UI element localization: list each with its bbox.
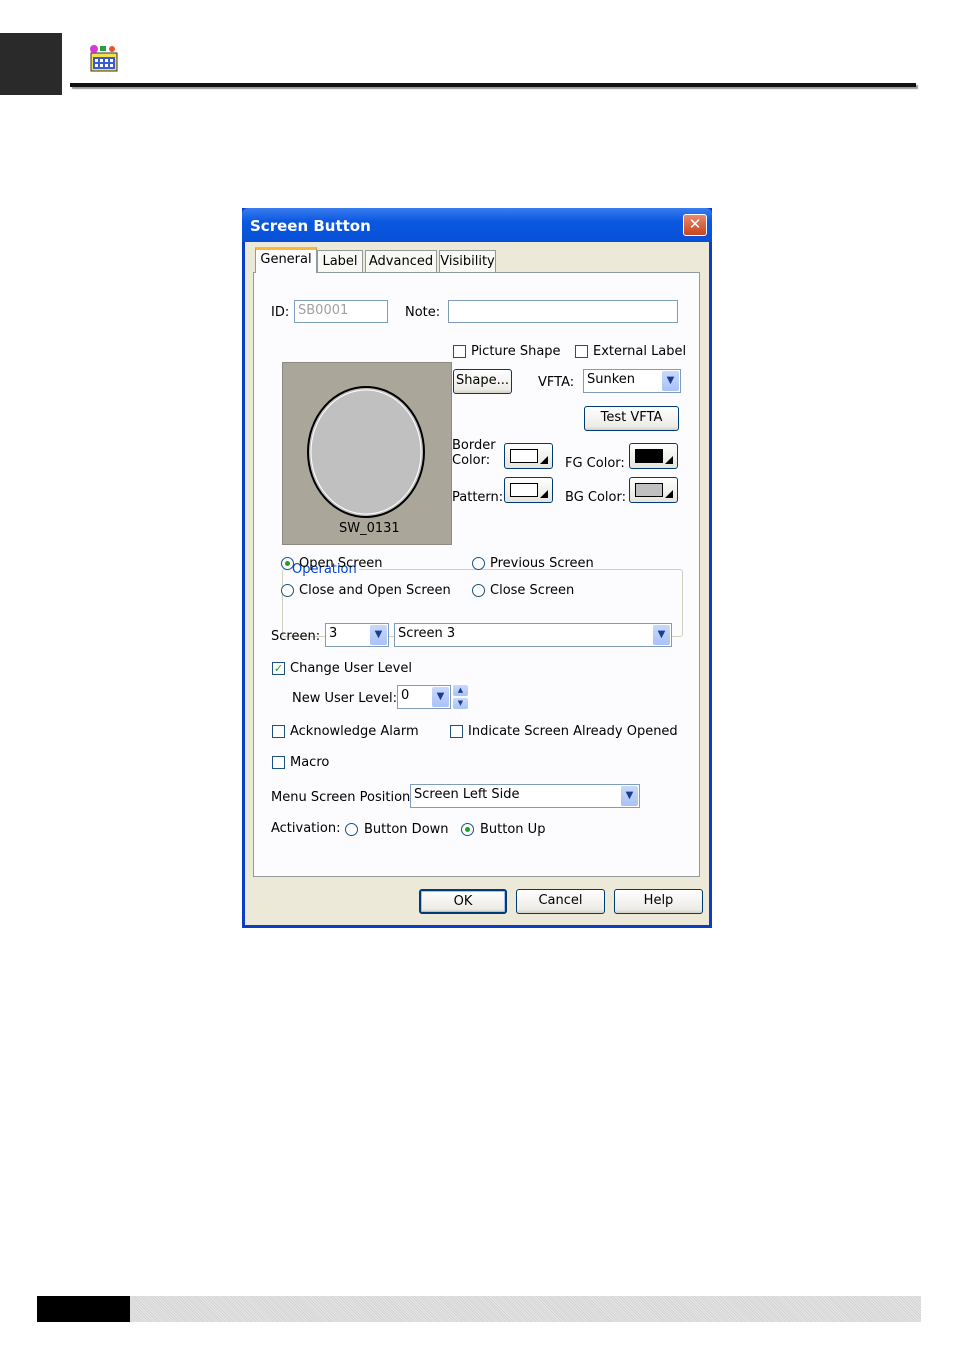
previous-screen-label: Previous Screen xyxy=(490,556,594,571)
picture-shape-checkbox[interactable] xyxy=(453,345,466,358)
menu-screen-position-select[interactable]: Screen Left Side ▼ xyxy=(410,784,640,808)
vfta-label: VFTA: xyxy=(538,375,575,390)
chevron-down-icon[interactable]: ▼ xyxy=(621,786,638,806)
screen-name-select[interactable]: Screen 3 ▼ xyxy=(394,623,672,647)
change-user-level-label: Change User Level xyxy=(290,661,412,676)
color-dropdown-icon xyxy=(665,456,673,464)
tab-general[interactable]: General xyxy=(255,247,317,273)
indicate-screen-opened-checkbox[interactable] xyxy=(450,725,463,738)
picture-shape-label: Picture Shape xyxy=(471,344,561,359)
preview-caption: SW_0131 xyxy=(339,521,400,536)
bg-color-swatch xyxy=(635,483,663,497)
dialog-titlebar[interactable]: Screen Button ✕ xyxy=(242,208,712,242)
footer-page-block xyxy=(37,1296,130,1322)
screen-number-value: 3 xyxy=(329,626,338,641)
external-label-label: External Label xyxy=(593,344,687,359)
fg-color-swatch xyxy=(635,449,663,463)
acknowledge-alarm-label: Acknowledge Alarm xyxy=(290,724,419,739)
footer-bar xyxy=(130,1296,921,1322)
note-field[interactable] xyxy=(448,300,678,323)
help-button[interactable]: Help xyxy=(614,889,703,914)
tab-label[interactable]: Label xyxy=(317,250,363,272)
border-color-button[interactable] xyxy=(504,443,553,469)
radio-button-up[interactable] xyxy=(461,823,474,836)
dialog-title: Screen Button xyxy=(250,217,371,235)
chapter-tab-block xyxy=(0,33,62,95)
border-color-label: Border Color: xyxy=(452,438,496,468)
cancel-button[interactable]: Cancel xyxy=(516,889,605,914)
chevron-down-icon[interactable]: ▼ xyxy=(370,625,387,645)
radio-open-screen[interactable] xyxy=(281,557,294,570)
activation-label: Activation: xyxy=(271,821,341,836)
open-screen-label: Open Screen xyxy=(299,556,383,571)
fg-color-button[interactable] xyxy=(629,443,678,469)
id-label: ID: xyxy=(271,305,290,320)
indicate-screen-opened-label: Indicate Screen Already Opened xyxy=(468,724,678,739)
pattern-button[interactable] xyxy=(504,477,553,503)
note-label: Note: xyxy=(405,305,441,320)
screen-label: Screen: xyxy=(271,629,321,644)
vfta-value: Sunken xyxy=(587,372,636,387)
id-field[interactable]: SB0001 xyxy=(294,300,388,323)
screen-name-value: Screen 3 xyxy=(398,626,456,641)
macro-checkbox[interactable] xyxy=(272,756,285,769)
radio-close-and-open-screen[interactable] xyxy=(281,584,294,597)
new-user-level-label: New User Level: xyxy=(292,691,397,706)
border-color-label-line2: Color: xyxy=(452,453,491,468)
screen-button-dialog: Screen Button ✕ General Label Advanced V… xyxy=(242,208,712,928)
border-color-label-line1: Border xyxy=(452,438,496,453)
screen-number-select[interactable]: 3 ▼ xyxy=(325,623,389,647)
button-down-label: Button Down xyxy=(364,822,449,837)
color-dropdown-icon xyxy=(540,456,548,464)
tab-visibility[interactable]: Visibility xyxy=(439,250,496,272)
header-rule xyxy=(70,83,916,87)
menu-screen-position-value: Screen Left Side xyxy=(414,787,520,802)
new-user-level-select[interactable]: 0 ▼ xyxy=(397,685,451,709)
bg-color-button[interactable] xyxy=(629,477,678,503)
button-up-label: Button Up xyxy=(480,822,546,837)
acknowledge-alarm-checkbox[interactable] xyxy=(272,725,285,738)
chevron-down-icon[interactable]: ▼ xyxy=(653,625,670,645)
close-icon: ✕ xyxy=(688,215,702,233)
radio-close-screen[interactable] xyxy=(472,584,485,597)
shape-preview: SW_0131 xyxy=(282,362,452,545)
close-and-open-screen-label: Close and Open Screen xyxy=(299,583,451,598)
new-user-level-value: 0 xyxy=(401,688,410,703)
menu-screen-position-label: Menu Screen Position: xyxy=(271,790,415,805)
change-user-level-checkbox[interactable]: ✓ xyxy=(272,662,285,675)
spin-down-icon[interactable]: ▼ xyxy=(453,698,468,709)
tab-advanced[interactable]: Advanced xyxy=(365,250,437,272)
dialog-client-area: General Label Advanced Visibility ID: SB… xyxy=(245,242,709,925)
border-color-swatch xyxy=(510,449,538,463)
fg-color-label: FG Color: xyxy=(565,456,625,471)
chevron-down-icon[interactable]: ▼ xyxy=(432,687,449,707)
new-user-level-spinner[interactable]: ▲ ▼ xyxy=(453,685,468,709)
external-label-checkbox[interactable] xyxy=(575,345,588,358)
close-screen-label: Close Screen xyxy=(490,583,575,598)
chevron-down-icon[interactable]: ▼ xyxy=(662,371,679,391)
ok-button[interactable]: OK xyxy=(419,889,507,914)
general-tab-panel: ID: SB0001 Note: SW_0131 Picture Shape E… xyxy=(253,272,700,877)
pattern-label: Pattern: xyxy=(452,490,504,505)
close-button[interactable]: ✕ xyxy=(683,214,707,236)
shape-button[interactable]: Shape... xyxy=(453,369,512,394)
macro-label: Macro xyxy=(290,755,330,770)
color-dropdown-icon xyxy=(665,490,673,498)
pattern-swatch xyxy=(510,483,538,497)
radio-previous-screen[interactable] xyxy=(472,557,485,570)
bg-color-label: BG Color: xyxy=(565,490,626,505)
test-vfta-button[interactable]: Test VFTA xyxy=(584,406,679,431)
vfta-select[interactable]: Sunken ▼ xyxy=(583,369,681,393)
color-dropdown-icon xyxy=(540,490,548,498)
screen-button-app-icon xyxy=(88,44,120,72)
spin-up-icon[interactable]: ▲ xyxy=(453,685,468,696)
radio-button-down[interactable] xyxy=(345,823,358,836)
